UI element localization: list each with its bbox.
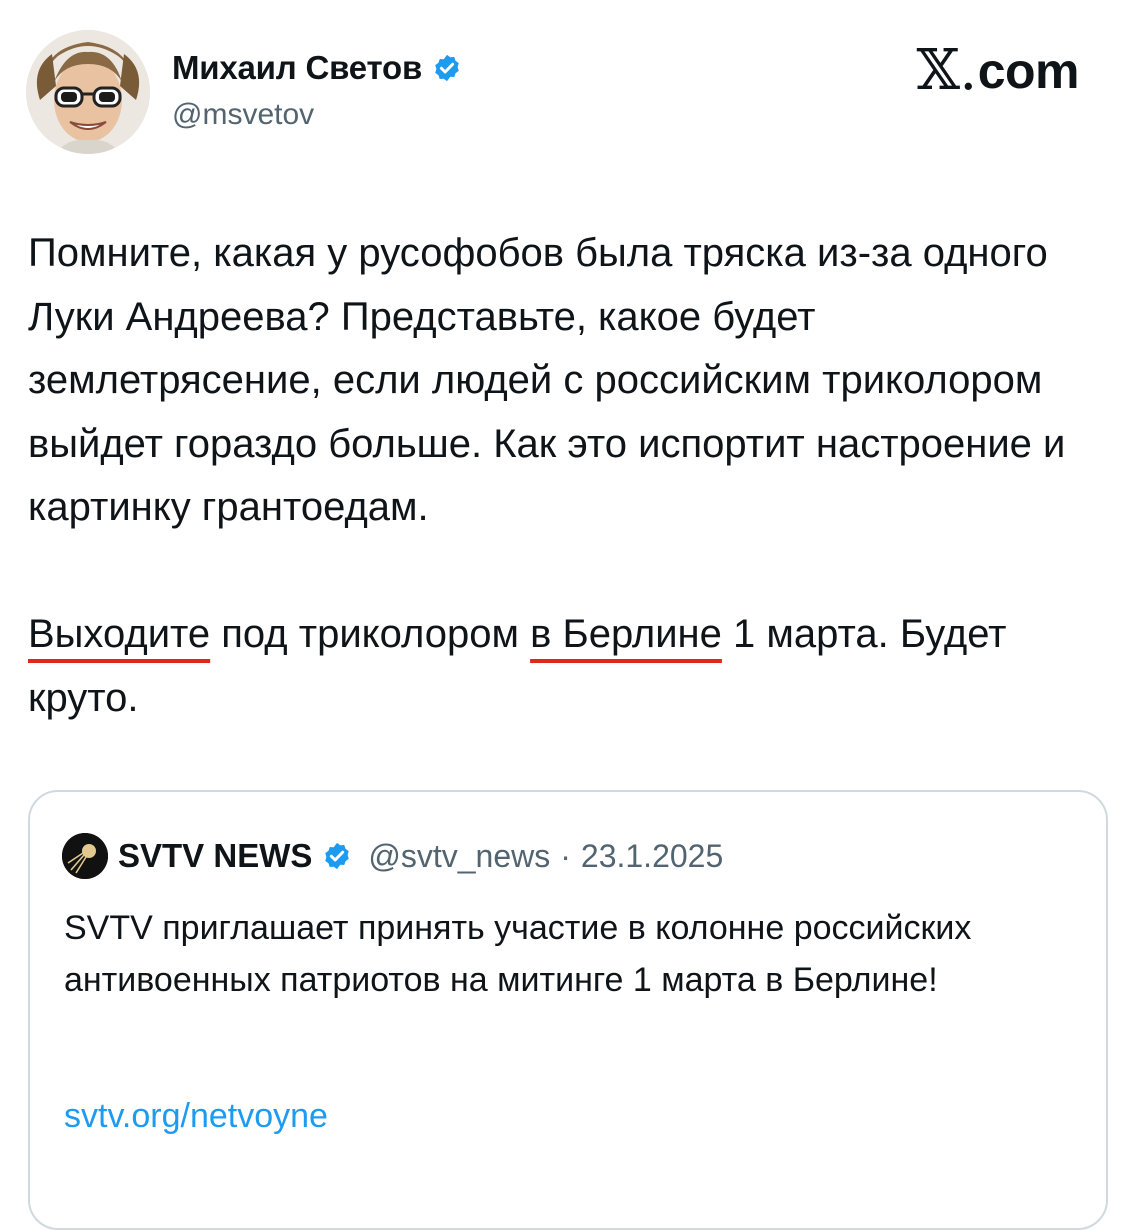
- quoted-post-header: SVTV NEWS @svtv_news · 23.1.2025: [62, 832, 723, 880]
- quoted-post-text: SVTV приглашает принять участие в колонн…: [64, 909, 972, 999]
- avatar[interactable]: [26, 30, 150, 154]
- x-logo-icon: 𝕏.: [916, 38, 977, 103]
- quoted-post-link[interactable]: svtv.org/netvoyne: [64, 1097, 328, 1136]
- quoted-author-name[interactable]: SVTV NEWS: [118, 837, 312, 875]
- quoted-date[interactable]: 23.1.2025: [581, 838, 723, 875]
- author-name-row: Михаил Светов: [172, 46, 462, 90]
- site-label: com: [977, 42, 1080, 99]
- underlined-word-vyhodite: Выходите: [28, 612, 211, 656]
- author-name[interactable]: Михаил Светов: [172, 49, 422, 87]
- quoted-post[interactable]: SVTV NEWS @svtv_news · 23.1.2025 SVTV пр…: [28, 790, 1108, 1230]
- post-paragraph-2: Выходите под триколором в Берлине 1 март…: [28, 603, 1108, 730]
- site-logo: 𝕏. com: [916, 38, 1079, 103]
- meta-separator: ·: [560, 837, 571, 874]
- quoted-handle[interactable]: @svtv_news: [368, 838, 550, 875]
- author-handle[interactable]: @msvetov: [172, 98, 314, 132]
- verified-badge-icon: [432, 53, 462, 83]
- verified-badge-icon: [322, 841, 352, 871]
- post-paragraph-1: Помните, какая у русофобов была тряска и…: [28, 231, 1066, 529]
- svtv-logo-icon[interactable]: [62, 833, 108, 879]
- post-body: Помните, какая у русофобов была тряска и…: [28, 222, 1108, 730]
- post-text-segment: под триколором: [210, 612, 531, 656]
- avatar-photo-icon: [26, 30, 150, 154]
- underlined-phrase-v-berline: в Берлине: [530, 612, 722, 656]
